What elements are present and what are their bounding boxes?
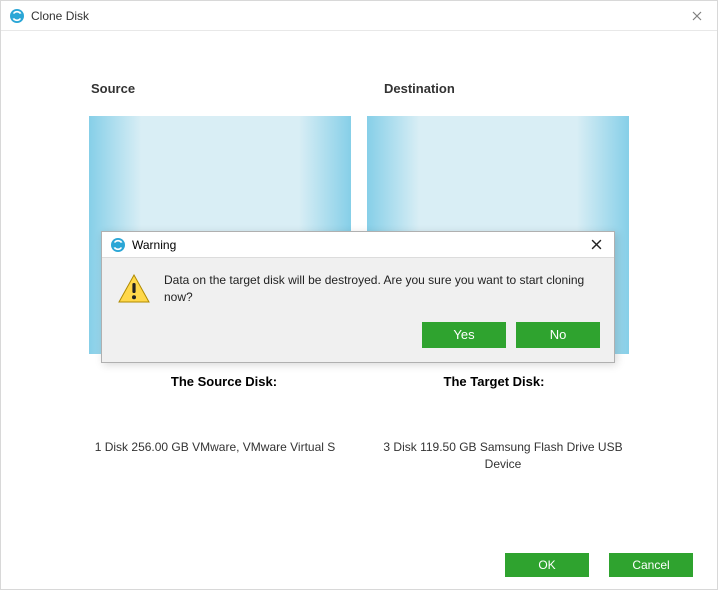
dialog-close-button[interactable] <box>578 232 614 258</box>
no-button[interactable]: No <box>516 322 600 348</box>
dialog-titlebar: Warning <box>102 232 614 258</box>
disk-descriptions: 1 Disk 256.00 GB VMware, VMware Virtual … <box>1 389 717 473</box>
cancel-button[interactable]: Cancel <box>609 553 693 577</box>
source-disk-label: The Source Disk: <box>89 374 359 389</box>
yes-button[interactable]: Yes <box>422 322 506 348</box>
dialog-title: Warning <box>132 238 578 252</box>
app-icon <box>110 237 126 253</box>
column-headers: Source Destination <box>1 31 717 116</box>
titlebar: Clone Disk <box>1 1 717 31</box>
window-close-button[interactable] <box>677 1 717 31</box>
dialog-message: Data on the target disk will be destroye… <box>164 272 598 306</box>
app-icon <box>9 8 25 24</box>
footer-buttons: OK Cancel <box>505 553 693 577</box>
destination-header: Destination <box>334 81 627 96</box>
window-title: Clone Disk <box>31 9 677 23</box>
target-disk-label: The Target Disk: <box>359 374 629 389</box>
ok-button[interactable]: OK <box>505 553 589 577</box>
source-header: Source <box>91 81 334 96</box>
target-disk-description: 3 Disk 119.50 GB Samsung Flash Drive USB… <box>359 439 647 473</box>
warning-icon <box>118 274 150 304</box>
source-disk-description: 1 Disk 256.00 GB VMware, VMware Virtual … <box>71 439 359 473</box>
clone-disk-window: Clone Disk Source Destination The Source… <box>0 0 718 590</box>
warning-dialog: Warning Data on the target disk will be … <box>101 231 615 363</box>
dialog-footer: Yes No <box>102 316 614 362</box>
dialog-body: Data on the target disk will be destroye… <box>102 258 614 316</box>
